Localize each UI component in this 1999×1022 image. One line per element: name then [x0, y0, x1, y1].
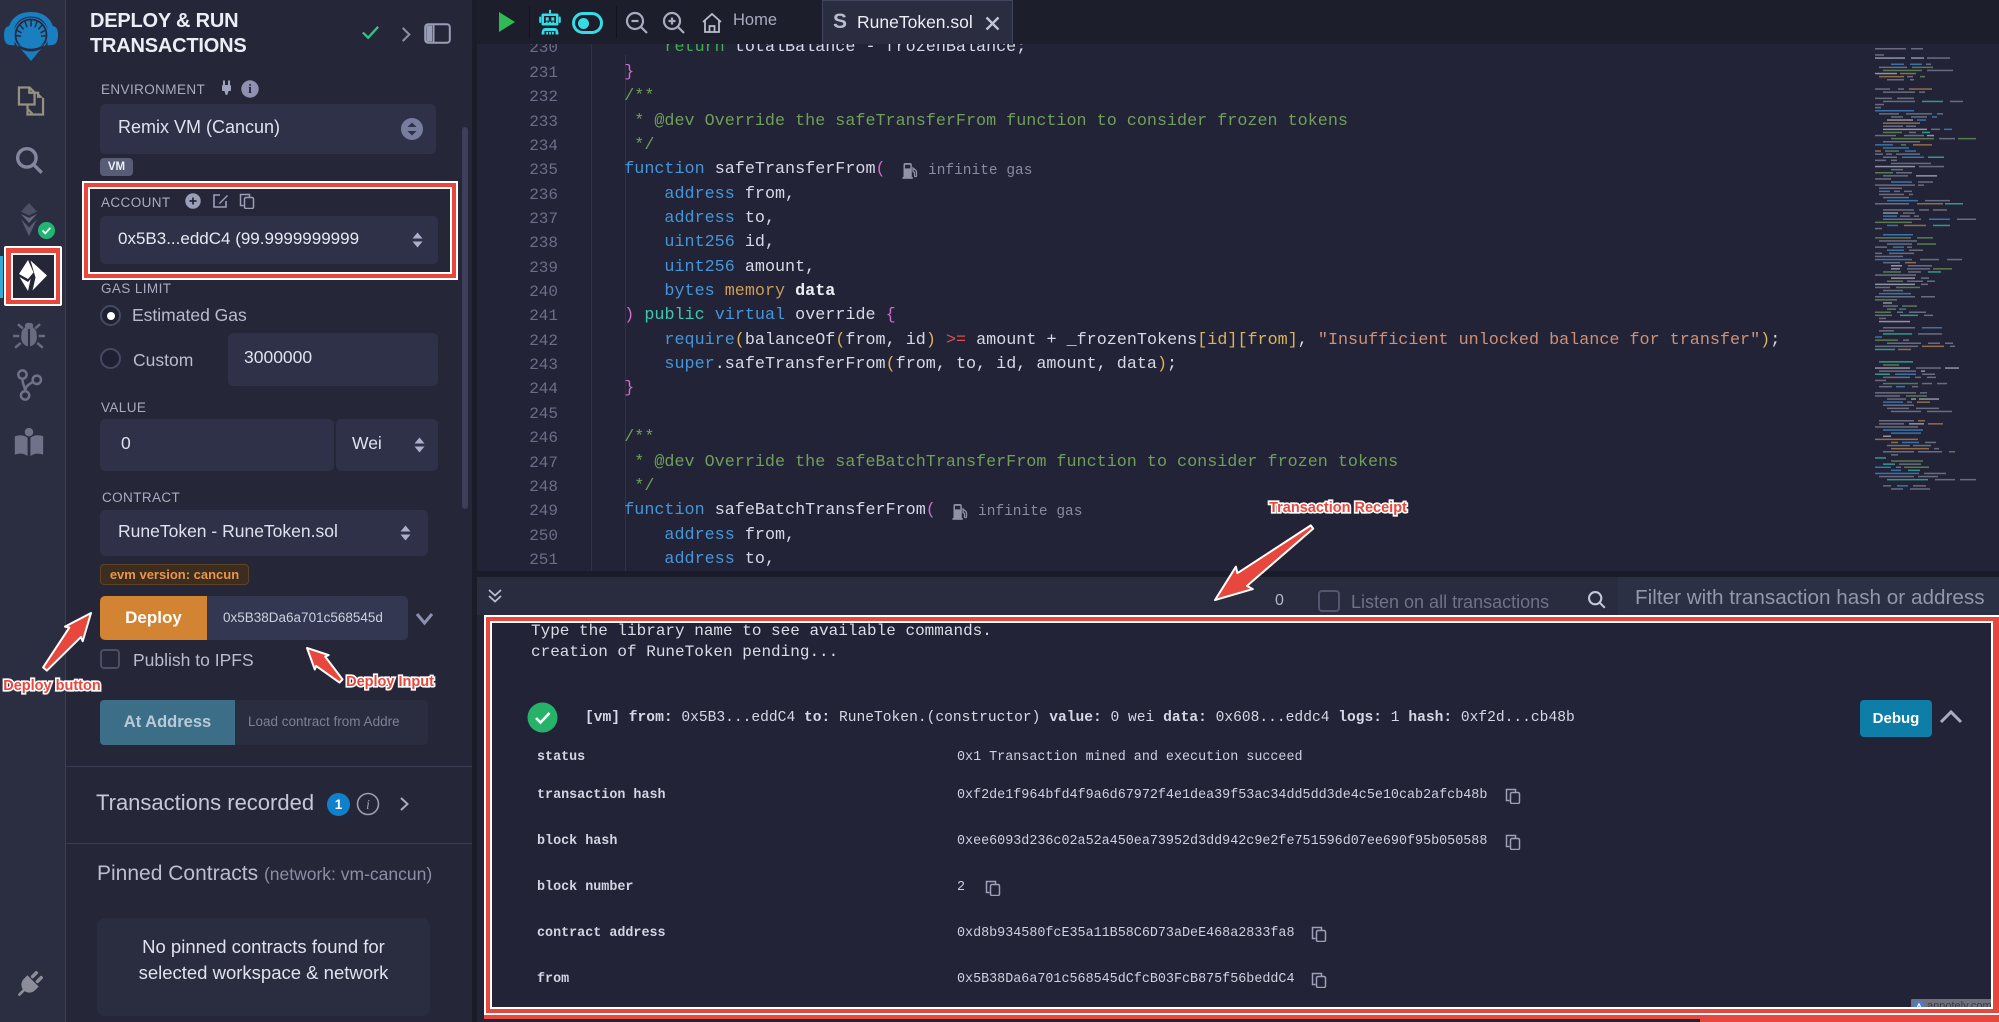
svg-text:i: i	[248, 82, 252, 96]
svg-text:i: i	[366, 798, 370, 813]
